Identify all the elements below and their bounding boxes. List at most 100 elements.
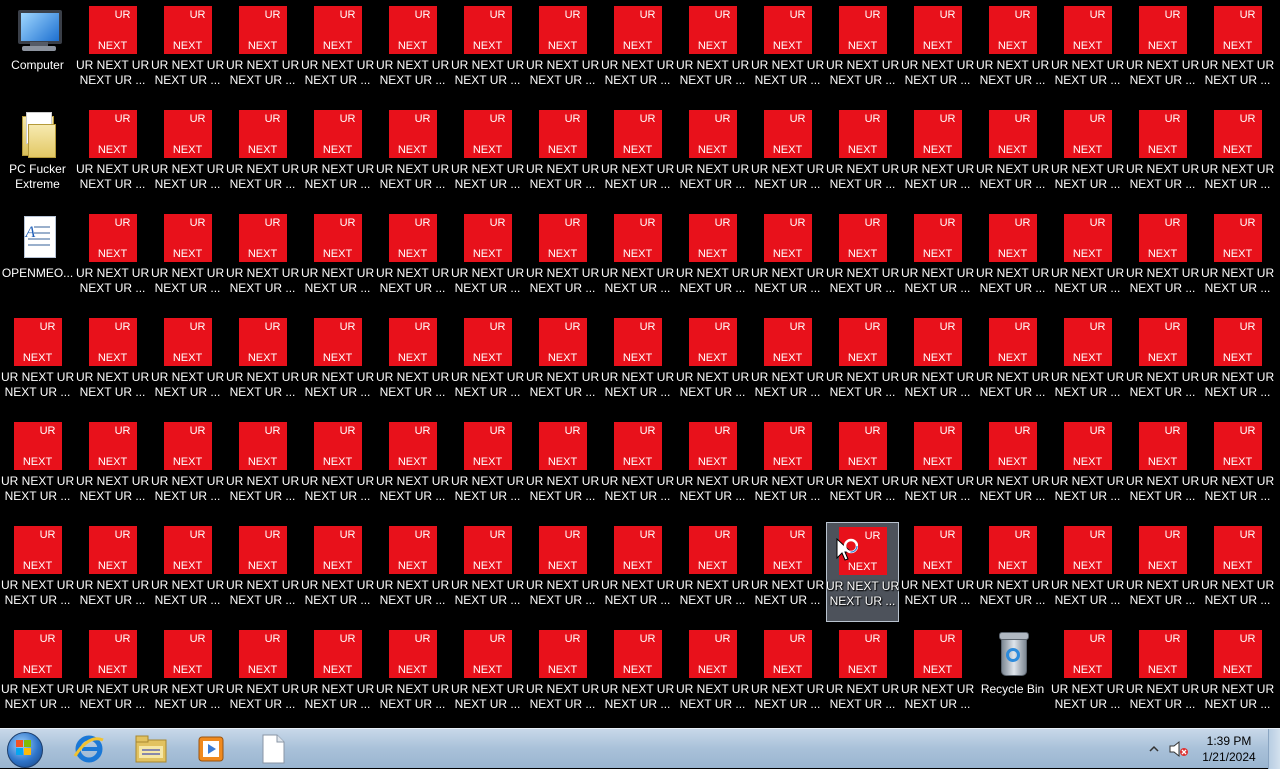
- ur-next-desktop-icon[interactable]: UR NEXT UR NEXT UR NEXT UR ...: [451, 106, 524, 206]
- ur-next-desktop-icon[interactable]: UR NEXT UR NEXT UR NEXT UR ...: [1, 522, 74, 622]
- ur-next-desktop-icon[interactable]: UR NEXT UR NEXT UR NEXT UR ...: [976, 210, 1049, 310]
- ur-next-desktop-icon[interactable]: UR NEXT UR NEXT UR NEXT UR ...: [376, 2, 449, 102]
- volume-muted-icon[interactable]: [1168, 740, 1190, 758]
- ur-next-desktop-icon[interactable]: UR NEXT UR NEXT UR NEXT UR ...: [601, 106, 674, 206]
- ur-next-desktop-icon[interactable]: UR NEXT UR NEXT UR NEXT UR ...: [1201, 418, 1274, 518]
- ur-next-desktop-icon[interactable]: UR NEXT UR NEXT UR NEXT UR ...: [76, 314, 149, 414]
- ur-next-desktop-icon[interactable]: UR NEXT UR NEXT UR NEXT UR ...: [451, 314, 524, 414]
- ur-next-desktop-icon[interactable]: UR NEXT UR NEXT UR NEXT UR ...: [226, 522, 299, 622]
- ur-next-desktop-icon[interactable]: UR NEXT UR NEXT UR NEXT UR ...: [151, 626, 224, 726]
- clock[interactable]: 1:39 PM 1/21/2024: [1190, 733, 1268, 765]
- ur-next-desktop-icon[interactable]: UR NEXT UR NEXT UR NEXT UR ...: [1126, 210, 1199, 310]
- ur-next-desktop-icon[interactable]: UR NEXT UR NEXT UR NEXT UR ...: [151, 314, 224, 414]
- ur-next-desktop-icon[interactable]: UR NEXT UR NEXT UR NEXT UR ...: [526, 418, 599, 518]
- ur-next-desktop-icon[interactable]: UR NEXT UR NEXT UR NEXT UR ...: [676, 2, 749, 102]
- ur-next-desktop-icon[interactable]: UR NEXT UR NEXT UR NEXT UR ...: [451, 2, 524, 102]
- ur-next-desktop-icon[interactable]: UR NEXT UR NEXT UR NEXT UR ...: [376, 314, 449, 414]
- ur-next-desktop-icon[interactable]: UR NEXT UR NEXT UR NEXT UR ...: [1, 418, 74, 518]
- ur-next-desktop-icon[interactable]: UR NEXT UR NEXT UR NEXT UR ...: [676, 626, 749, 726]
- taskbar-windows-explorer-button[interactable]: [124, 731, 178, 767]
- ur-next-desktop-icon[interactable]: UR NEXT UR NEXT UR NEXT UR ...: [1051, 106, 1124, 206]
- ur-next-desktop-icon[interactable]: UR NEXT UR NEXT UR NEXT UR ...: [301, 106, 374, 206]
- ur-next-desktop-icon[interactable]: UR NEXT UR NEXT UR NEXT UR ...: [1201, 106, 1274, 206]
- ur-next-desktop-icon[interactable]: UR NEXT UR NEXT UR NEXT UR ...: [976, 522, 1049, 622]
- ur-next-desktop-icon[interactable]: UR NEXT UR NEXT UR NEXT UR ...: [1201, 522, 1274, 622]
- ur-next-desktop-icon[interactable]: UR NEXT UR NEXT UR NEXT UR ...: [226, 2, 299, 102]
- ur-next-desktop-icon[interactable]: UR NEXT UR NEXT UR NEXT UR ...: [676, 210, 749, 310]
- taskbar-internet-explorer-button[interactable]: [62, 731, 116, 767]
- ur-next-desktop-icon[interactable]: UR NEXT UR NEXT UR NEXT UR ...: [826, 626, 899, 726]
- show-hidden-icons-arrow[interactable]: [1148, 743, 1160, 755]
- ur-next-desktop-icon[interactable]: UR NEXT UR NEXT UR NEXT UR ...: [376, 210, 449, 310]
- ur-next-desktop-icon[interactable]: UR NEXT UR NEXT UR NEXT UR ...: [976, 314, 1049, 414]
- pc-fucker-extreme-desktop-icon[interactable]: PC Fucker Extreme: [1, 106, 74, 206]
- ur-next-desktop-icon[interactable]: UR NEXT UR NEXT UR NEXT UR ...: [451, 418, 524, 518]
- ur-next-desktop-icon[interactable]: UR NEXT UR NEXT UR NEXT UR ...: [451, 210, 524, 310]
- ur-next-desktop-icon[interactable]: UR NEXT UR NEXT UR NEXT UR ...: [751, 626, 824, 726]
- ur-next-desktop-icon[interactable]: UR NEXT UR NEXT UR NEXT UR ...: [826, 106, 899, 206]
- ur-next-desktop-icon[interactable]: UR NEXT UR NEXT UR NEXT UR ...: [301, 2, 374, 102]
- show-desktop-button[interactable]: [1268, 729, 1280, 769]
- ur-next-desktop-icon[interactable]: UR NEXT UR NEXT UR NEXT UR ...: [1, 314, 74, 414]
- ur-next-desktop-icon[interactable]: UR NEXT UR NEXT UR NEXT UR ...: [376, 626, 449, 726]
- ur-next-desktop-icon[interactable]: UR NEXT UR NEXT UR NEXT UR ...: [901, 2, 974, 102]
- ur-next-desktop-icon[interactable]: UR NEXT UR NEXT UR NEXT UR ...: [601, 418, 674, 518]
- ur-next-desktop-icon[interactable]: UR NEXT UR NEXT UR NEXT UR ...: [751, 418, 824, 518]
- ur-next-desktop-icon[interactable]: UR NEXT UR NEXT UR NEXT UR ...: [601, 314, 674, 414]
- ur-next-desktop-icon[interactable]: UR NEXT UR NEXT UR NEXT UR ...: [1051, 626, 1124, 726]
- ur-next-desktop-icon[interactable]: UR NEXT UR NEXT UR NEXT UR ...: [226, 314, 299, 414]
- ur-next-desktop-icon[interactable]: UR NEXT UR NEXT UR NEXT UR ...: [76, 2, 149, 102]
- ur-next-desktop-icon[interactable]: UR NEXT UR NEXT UR NEXT UR ...: [751, 106, 824, 206]
- ur-next-desktop-icon[interactable]: UR NEXT UR NEXT UR NEXT UR ...: [226, 106, 299, 206]
- ur-next-desktop-icon[interactable]: UR NEXT UR NEXT UR NEXT UR ...: [526, 210, 599, 310]
- ur-next-desktop-icon[interactable]: UR NEXT UR NEXT UR NEXT UR ...: [901, 106, 974, 206]
- desktop[interactable]: Computer UR NEXT UR NEXT UR NEXT UR ... UR NEX…: [0, 0, 1280, 728]
- ur-next-desktop-icon[interactable]: UR NEXT UR NEXT UR NEXT UR ...: [151, 2, 224, 102]
- ur-next-desktop-icon[interactable]: UR NEXT UR NEXT UR NEXT UR ...: [76, 418, 149, 518]
- ur-next-desktop-icon[interactable]: UR NEXT UR NEXT UR NEXT UR ...: [526, 106, 599, 206]
- ur-next-desktop-icon[interactable]: UR NEXT UR NEXT UR NEXT UR ...: [226, 210, 299, 310]
- ur-next-desktop-icon[interactable]: UR NEXT UR NEXT UR NEXT UR ...: [901, 626, 974, 726]
- computer-desktop-icon[interactable]: Computer: [1, 2, 74, 102]
- ur-next-desktop-icon[interactable]: UR NEXT UR NEXT UR NEXT UR ...: [451, 626, 524, 726]
- ur-next-desktop-icon[interactable]: UR NEXT UR NEXT UR NEXT UR ...: [901, 418, 974, 518]
- ur-next-desktop-icon[interactable]: UR NEXT UR NEXT UR NEXT UR ...: [676, 106, 749, 206]
- ur-next-desktop-icon[interactable]: UR NEXT UR NEXT UR NEXT UR ...: [826, 2, 899, 102]
- ur-next-desktop-icon[interactable]: UR NEXT UR NEXT UR NEXT UR ...: [526, 626, 599, 726]
- ur-next-desktop-icon[interactable]: UR NEXT UR NEXT UR NEXT UR ...: [76, 106, 149, 206]
- ur-next-desktop-icon[interactable]: UR NEXT UR NEXT UR NEXT UR ...: [1201, 210, 1274, 310]
- openmeo-desktop-icon[interactable]: A OPENMEO...: [1, 210, 74, 310]
- ur-next-desktop-icon[interactable]: UR NEXT UR NEXT UR NEXT UR ...: [376, 418, 449, 518]
- ur-next-desktop-icon[interactable]: UR NEXT UR NEXT UR NEXT UR ...: [1126, 522, 1199, 622]
- ur-next-desktop-icon[interactable]: UR NEXT UR NEXT UR NEXT UR ...: [601, 522, 674, 622]
- ur-next-desktop-icon[interactable]: UR NEXT UR NEXT UR NEXT UR ...: [826, 314, 899, 414]
- ur-next-desktop-icon[interactable]: UR NEXT UR NEXT UR NEXT UR ...: [826, 418, 899, 518]
- ur-next-desktop-icon[interactable]: UR NEXT UR NEXT UR NEXT UR ...: [1051, 418, 1124, 518]
- ur-next-desktop-icon[interactable]: UR NEXT UR NEXT UR NEXT UR ...: [1051, 2, 1124, 102]
- ur-next-desktop-icon[interactable]: UR NEXT UR NEXT UR NEXT UR ...: [751, 522, 824, 622]
- ur-next-desktop-icon[interactable]: UR NEXT UR NEXT UR NEXT UR ...: [226, 626, 299, 726]
- ur-next-desktop-icon[interactable]: UR NEXT UR NEXT UR NEXT UR ...: [1201, 626, 1274, 726]
- ur-next-desktop-icon[interactable]: UR NEXT UR NEXT UR NEXT UR ...: [1051, 314, 1124, 414]
- ur-next-desktop-icon[interactable]: UR NEXT UR NEXT UR NEXT UR ...: [376, 522, 449, 622]
- ur-next-desktop-icon[interactable]: UR NEXT UR NEXT UR NEXT UR ...: [1201, 2, 1274, 102]
- ur-next-desktop-icon[interactable]: UR NEXT UR NEXT UR NEXT UR ...: [526, 522, 599, 622]
- ur-next-desktop-icon[interactable]: UR NEXT UR NEXT UR NEXT UR ...: [526, 314, 599, 414]
- ur-next-desktop-icon[interactable]: UR NEXT UR NEXT UR NEXT UR ...: [301, 314, 374, 414]
- ur-next-desktop-icon[interactable]: UR NEXT UR NEXT UR NEXT UR ...: [1126, 314, 1199, 414]
- taskbar-document-button[interactable]: [246, 731, 300, 767]
- ur-next-desktop-icon[interactable]: UR NEXT UR NEXT UR NEXT UR ...: [1126, 626, 1199, 726]
- ur-next-desktop-icon[interactable]: UR NEXT UR NEXT UR NEXT UR ...: [226, 418, 299, 518]
- ur-next-desktop-icon[interactable]: UR NEXT UR NEXT UR NEXT UR ...: [901, 522, 974, 622]
- ur-next-desktop-icon[interactable]: UR NEXT UR NEXT UR NEXT UR ...: [601, 210, 674, 310]
- ur-next-desktop-icon[interactable]: UR NEXT UR NEXT UR NEXT UR ...: [676, 418, 749, 518]
- ur-next-desktop-icon[interactable]: UR NEXT UR NEXT UR NEXT UR ...: [976, 418, 1049, 518]
- ur-next-desktop-icon[interactable]: UR NEXT UR NEXT UR NEXT UR ...: [151, 418, 224, 518]
- ur-next-desktop-icon[interactable]: UR NEXT UR NEXT UR NEXT UR ...: [151, 210, 224, 310]
- ur-next-desktop-icon[interactable]: UR NEXT UR NEXT UR NEXT UR ...: [526, 2, 599, 102]
- ur-next-desktop-icon[interactable]: UR NEXT UR NEXT UR NEXT UR ...: [376, 106, 449, 206]
- ur-next-desktop-icon[interactable]: UR NEXT UR NEXT UR NEXT UR ...: [151, 522, 224, 622]
- ur-next-desktop-icon[interactable]: UR NEXT UR NEXT UR NEXT UR ...: [1126, 106, 1199, 206]
- ur-next-desktop-icon[interactable]: UR NEXT UR NEXT UR NEXT UR ...: [1126, 2, 1199, 102]
- recycle-bin-desktop-icon[interactable]: Recycle Bin: [976, 626, 1049, 726]
